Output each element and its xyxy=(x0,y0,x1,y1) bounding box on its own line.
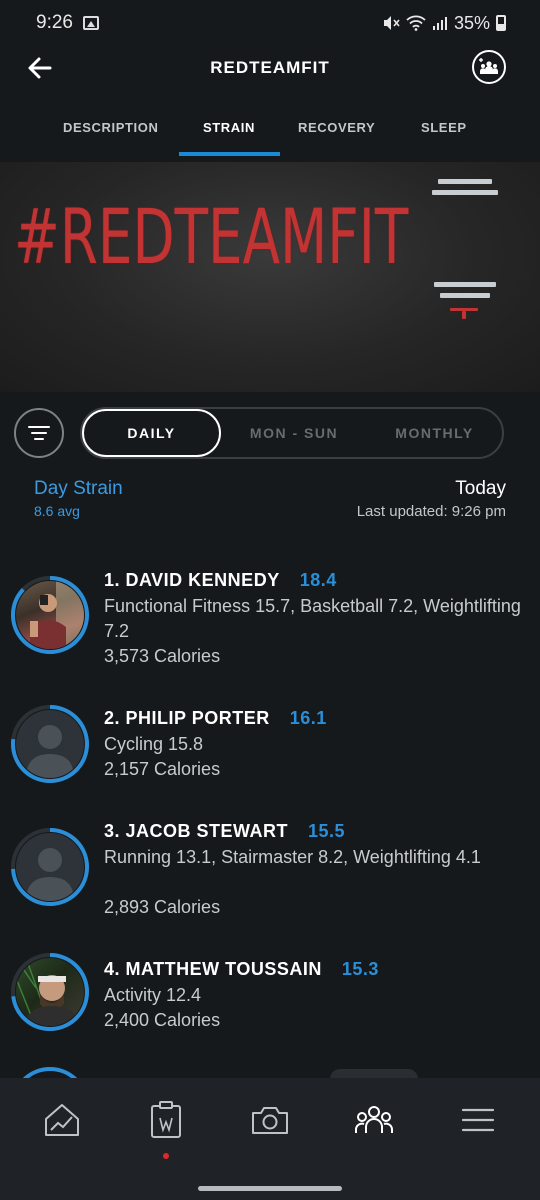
menu-icon xyxy=(461,1108,495,1132)
signal-icon xyxy=(432,17,447,30)
camera-nav-button[interactable] xyxy=(240,1090,300,1150)
person-photo xyxy=(30,581,84,649)
tab-description[interactable]: DESCRIPTION xyxy=(63,106,158,162)
barbell-plate-top xyxy=(438,179,492,184)
active-tab-indicator xyxy=(179,152,280,156)
metric-average: 8.6 avg xyxy=(34,503,80,519)
person-photo xyxy=(16,958,80,1026)
default-person-icon xyxy=(26,725,74,778)
activities-text: Activity 12.4 xyxy=(104,985,202,1005)
image-notification-icon xyxy=(82,16,99,30)
activities-text: Cycling 15.8 xyxy=(104,734,204,754)
camera-icon xyxy=(252,1107,288,1134)
athlete-name: 1. DAVID KENNEDY xyxy=(104,570,280,590)
avatar xyxy=(16,581,84,649)
home-indicator[interactable] xyxy=(198,1186,342,1191)
back-arrow-icon[interactable] xyxy=(24,52,56,84)
tab-recovery[interactable]: RECOVERY xyxy=(298,106,375,162)
page-title: REDTEAMFIT xyxy=(210,58,330,77)
battery-icon xyxy=(496,15,506,31)
strain-score: 18.4 xyxy=(299,570,337,590)
wifi-icon xyxy=(406,15,426,31)
filter-line xyxy=(28,426,50,428)
status-time: 9:26 xyxy=(36,12,73,33)
overview-icon xyxy=(45,1104,79,1136)
period-segmented-control: DAILY MON - SUN MONTHLY xyxy=(80,407,504,459)
filter-button[interactable] xyxy=(14,408,64,458)
bottom-navigation xyxy=(0,1078,540,1200)
filter-line xyxy=(34,438,44,440)
barbell-plate-top xyxy=(432,190,498,195)
strain-score: 15.5 xyxy=(308,821,346,841)
calories-text: 2,893 Calories xyxy=(104,897,221,917)
battery-percent: 35% xyxy=(453,12,490,33)
last-updated: Last updated: 9:26 pm xyxy=(356,503,506,520)
barbell-plate-bottom xyxy=(434,282,496,287)
avatar-placeholder xyxy=(16,833,84,901)
activities-text: Functional Fitness 15.7, Basketball 7.2,… xyxy=(104,596,521,641)
overview-nav-button[interactable] xyxy=(32,1090,92,1150)
status-indicators: 35% xyxy=(382,13,506,34)
barbell-plate-bottom xyxy=(440,293,490,298)
community-icon xyxy=(355,1106,393,1133)
segment-daily[interactable]: DAILY xyxy=(82,409,221,457)
tab-sleep[interactable]: SLEEP xyxy=(421,106,467,162)
athlete-name: 4. MATTHEW TOUSSAIN xyxy=(104,959,322,979)
status-bar: 9:26 35% xyxy=(0,0,540,46)
strain-score: 16.1 xyxy=(289,708,327,728)
barbell-stem xyxy=(462,311,466,319)
strain-score: 15.3 xyxy=(341,959,379,979)
athlete-name: 3. JACOB STEWART xyxy=(104,821,289,841)
avatar xyxy=(16,958,84,1026)
journal-nav-button[interactable] xyxy=(136,1090,196,1150)
journal-icon xyxy=(151,1101,181,1138)
calories-text: 2,400 Calories xyxy=(104,1010,221,1030)
athlete-name-line: 2. PHILIP PORTER 16.1 xyxy=(104,708,327,729)
mute-icon xyxy=(383,16,400,30)
athlete-name-line: 4. MATTHEW TOUSSAIN 15.3 xyxy=(104,959,379,980)
athlete-name-line: 1. DAVID KENNEDY 18.4 xyxy=(104,570,337,591)
journal-notification-dot xyxy=(163,1153,169,1159)
team-members-button[interactable] xyxy=(472,50,506,84)
banner-hashtag: #REDTEAMFIT xyxy=(14,192,409,281)
filter-line xyxy=(31,432,47,434)
app-header: REDTEAMFIT xyxy=(0,46,540,90)
metric-label[interactable]: Day Strain xyxy=(34,478,123,500)
team-banner: #REDTEAMFIT xyxy=(0,162,540,392)
period-label: Today xyxy=(455,478,506,499)
default-person-icon xyxy=(26,848,74,901)
menu-nav-button[interactable] xyxy=(448,1090,508,1150)
calories-text: 3,573 Calories xyxy=(104,646,221,666)
activities-text: Running 13.1, Stairmaster 8.2, Weightlif… xyxy=(104,847,481,867)
group-add-icon xyxy=(479,58,498,74)
segment-monthly[interactable]: MONTHLY xyxy=(367,409,502,457)
avatar-placeholder xyxy=(16,710,84,778)
athlete-name-line: 3. JACOB STEWART 15.5 xyxy=(104,821,345,842)
community-nav-button[interactable] xyxy=(344,1090,404,1150)
calories-text: 2,157 Calories xyxy=(104,759,221,779)
segment-mon-sun[interactable]: MON - SUN xyxy=(221,409,367,457)
athlete-name: 2. PHILIP PORTER xyxy=(104,708,270,728)
